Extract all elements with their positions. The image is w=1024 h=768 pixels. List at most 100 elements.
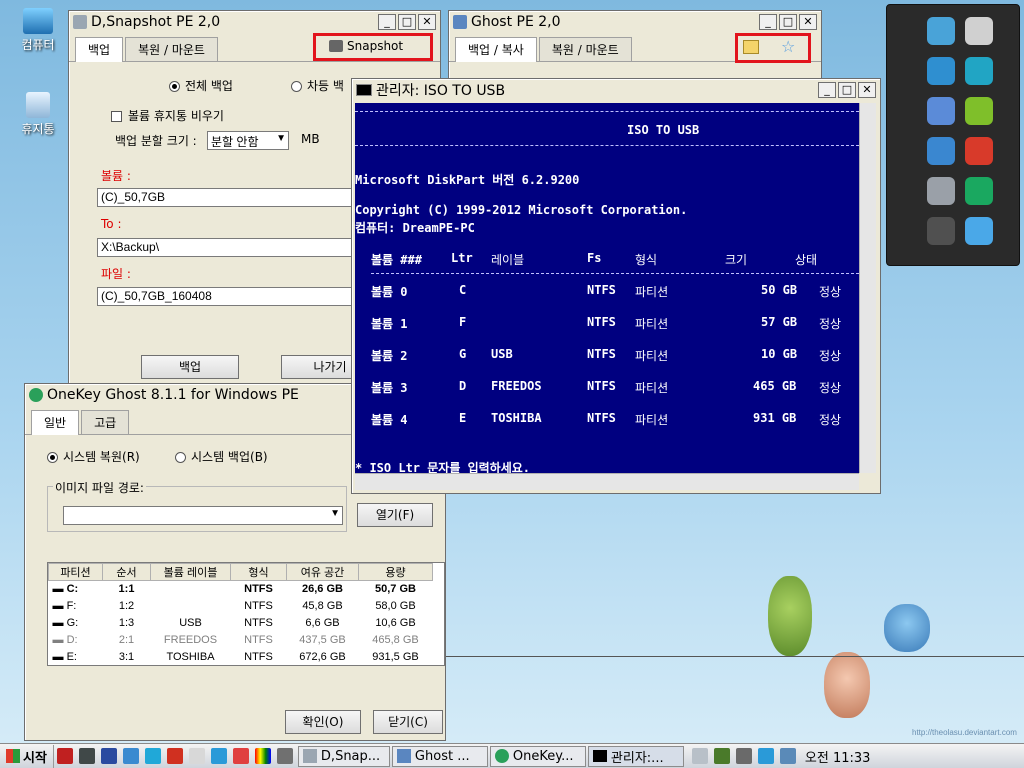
quicklaunch-icon[interactable] — [232, 748, 249, 764]
tab-advanced[interactable]: 고급 — [81, 410, 130, 434]
quicklaunch-icon[interactable] — [166, 748, 183, 764]
radio-diff-backup[interactable]: 차등 백 — [291, 77, 344, 94]
console-hscrollbar[interactable] — [355, 473, 859, 490]
minimize-button[interactable]: _ — [378, 14, 396, 30]
printer-icon[interactable] — [927, 177, 955, 205]
cloud-icon[interactable] — [691, 748, 708, 764]
network-icon[interactable] — [927, 137, 955, 165]
console-row-ltr: D — [459, 379, 467, 393]
desktop-icon-recycle-bin[interactable]: 휴지통 — [8, 92, 68, 137]
tab-restore-mount[interactable]: 복원 / 마운트 — [125, 37, 218, 61]
quicklaunch-icon[interactable] — [144, 748, 161, 764]
console-vscrollbar[interactable] — [859, 103, 876, 473]
partition-cell: ▬ C: — [49, 581, 103, 598]
close-button[interactable]: ✕ — [858, 82, 876, 98]
maximize-button[interactable]: □ — [779, 14, 797, 30]
radio-system-backup-indicator — [175, 452, 186, 463]
table-row[interactable]: ▬ E: 3:1 TOSHIBA NTFS 672,6 GB 931,5 GB — [49, 649, 433, 666]
quicklaunch-icon[interactable] — [78, 748, 95, 764]
refresh-icon[interactable] — [965, 177, 993, 205]
tools-icon[interactable] — [965, 97, 993, 125]
radio-full-backup[interactable]: 전체 백업 — [169, 77, 233, 94]
camera-icon — [329, 40, 343, 52]
backup-button[interactable]: 백업 — [141, 355, 239, 379]
console-output[interactable]: ISO TO USB Microsoft DiskPart 버전 6.2.920… — [355, 103, 859, 473]
open-file-button[interactable]: 열기(F) — [357, 503, 433, 527]
folder-open-icon[interactable] — [743, 40, 759, 54]
quicklaunch-icon[interactable] — [56, 748, 73, 764]
close-dialog-button[interactable]: 닫기(C) — [373, 710, 443, 734]
table-row[interactable]: ▬ F: 1:2 NTFS 45,8 GB 58,0 GB — [49, 598, 433, 615]
tab-backup-copy[interactable]: 백업 / 복사 — [455, 37, 537, 62]
backup-icon[interactable] — [927, 57, 955, 85]
keyboard-icon[interactable] — [735, 748, 752, 764]
task-console[interactable]: 관리자:... — [587, 745, 684, 767]
ok-button[interactable]: 확인(O) — [285, 710, 361, 734]
volume-icon[interactable] — [779, 748, 796, 764]
copy-icon[interactable] — [965, 57, 993, 85]
console-row-vol: 볼륨 3 — [371, 381, 408, 395]
partition-list[interactable]: 파티션 순서 볼륨 레이블 형식 여유 공간 용량 ▬ C: 1:1 NTFS … — [47, 562, 445, 666]
clock[interactable]: 오전 11:33 — [805, 747, 871, 766]
free-cell: 45,8 GB — [302, 600, 343, 612]
tab-backup[interactable]: 백업 — [75, 37, 124, 62]
column-header: 용량 — [358, 563, 433, 581]
radio-system-restore-indicator — [47, 452, 58, 463]
windows-usb-icon[interactable] — [965, 217, 993, 245]
radio-system-backup[interactable]: 시스템 백업(B) — [175, 448, 268, 465]
console-window: 관리자: ISO TO USB _ □ ✕ ISO TO USB Microso… — [351, 78, 881, 494]
minimize-button[interactable]: _ — [759, 14, 777, 30]
order-cell: 1:1 — [118, 583, 135, 596]
radio-diff-backup-indicator — [291, 81, 302, 92]
disk-icon[interactable] — [965, 137, 993, 165]
console-rule — [355, 145, 859, 146]
close-button[interactable]: ✕ — [799, 14, 817, 30]
start-button[interactable]: 시작 — [0, 744, 54, 768]
usb-icon[interactable] — [927, 217, 955, 245]
console-row-fs: NTFS — [587, 315, 616, 329]
tab-restore-mount[interactable]: 복원 / 마운트 — [538, 37, 632, 61]
computer-icon[interactable] — [927, 97, 955, 125]
fs-cell: NTFS — [244, 583, 273, 596]
partition-table: 파티션 순서 볼륨 레이블 형식 여유 공간 용량 ▬ C: 1:1 NTFS … — [48, 563, 433, 666]
save-icon[interactable] — [100, 748, 117, 764]
task-onekey[interactable]: OneKey... — [489, 745, 586, 767]
desktop-icon-computer[interactable]: 컴퓨터 — [8, 8, 68, 53]
split-size-select[interactable]: 분할 안함 ▼ — [207, 131, 289, 150]
quicklaunch-icon[interactable] — [188, 748, 205, 764]
star-icon[interactable]: ☆ — [781, 37, 795, 56]
phone-icon[interactable] — [927, 17, 955, 45]
pulse-icon[interactable] — [210, 748, 227, 764]
capacity-cell: 931,5 GB — [372, 651, 419, 663]
console-row-vol: 볼륨 1 — [371, 317, 408, 331]
partition-cell: ▬ D: — [49, 632, 103, 649]
maximize-button[interactable]: □ — [838, 82, 856, 98]
radio-system-backup-label: 시스템 백업(B) — [191, 450, 268, 464]
snapshot-button[interactable]: Snapshot — [329, 39, 403, 53]
console-col-type: 형식 — [635, 253, 658, 267]
tray-icon[interactable] — [757, 748, 774, 764]
tab-general[interactable]: 일반 — [31, 410, 80, 435]
drive-icon[interactable] — [965, 17, 993, 45]
maximize-button[interactable]: □ — [398, 14, 416, 30]
search-icon[interactable] — [122, 748, 139, 764]
partition-letter: G: — [66, 617, 79, 629]
task-snapshot[interactable]: D,Snap... — [297, 745, 390, 767]
task-app-icon — [592, 750, 607, 762]
close-button[interactable]: ✕ — [418, 14, 436, 30]
radio-system-restore[interactable]: 시스템 복원(R) — [47, 448, 140, 465]
table-row[interactable]: ▬ C: 1:1 NTFS 26,6 GB 50,7 GB — [49, 581, 433, 598]
empty-recycle-checkbox[interactable]: 볼륨 휴지통 비우기 — [111, 107, 224, 124]
console-col-fs: Fs — [587, 251, 602, 265]
quicklaunch-icon[interactable] — [276, 748, 293, 764]
column-header: 여유 공간 — [286, 563, 359, 581]
console-row-status: 정상 — [819, 349, 842, 363]
table-row[interactable]: ▬ G: 1:3 USB NTFS 6,6 GB 10,6 GB — [49, 615, 433, 632]
console-row-fs: NTFS — [587, 283, 616, 297]
image-path-combobox[interactable]: ▼ — [63, 506, 343, 525]
table-row[interactable]: ▬ D: 2:1 FREEDOS NTFS 437,5 GB 465,8 GB — [49, 632, 433, 649]
task-ghost[interactable]: Ghost ... — [391, 745, 488, 767]
tray-icon[interactable] — [713, 748, 730, 764]
minimize-button[interactable]: _ — [818, 82, 836, 98]
color-icon[interactable] — [254, 748, 271, 764]
